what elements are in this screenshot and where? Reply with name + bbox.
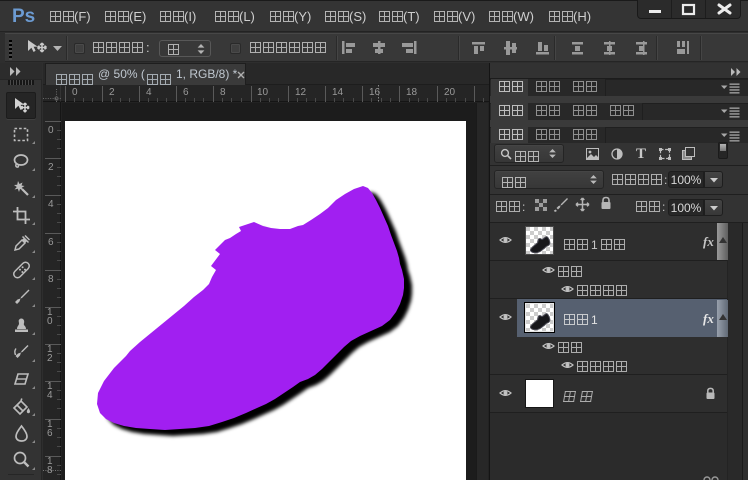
svg-text:6: 6 [48, 237, 54, 248]
svg-text:4: 4 [146, 87, 152, 98]
svg-text:2: 2 [109, 87, 115, 98]
svg-text:4: 4 [47, 390, 53, 401]
svg-text:18: 18 [406, 87, 418, 98]
svg-text:2: 2 [48, 162, 54, 173]
svg-text:8: 8 [48, 274, 54, 285]
svg-text:4: 4 [48, 199, 54, 210]
svg-text:2: 2 [47, 353, 53, 364]
svg-text:8: 8 [220, 87, 226, 98]
svg-text:0: 0 [47, 316, 53, 327]
svg-text:10: 10 [257, 87, 269, 98]
svg-text:6: 6 [183, 87, 189, 98]
svg-text:6: 6 [47, 428, 53, 439]
svg-text:20: 20 [444, 87, 456, 98]
svg-text:0: 0 [72, 87, 78, 98]
svg-text:14: 14 [332, 87, 344, 98]
svg-text:12: 12 [295, 87, 307, 98]
svg-text:0: 0 [48, 125, 54, 136]
